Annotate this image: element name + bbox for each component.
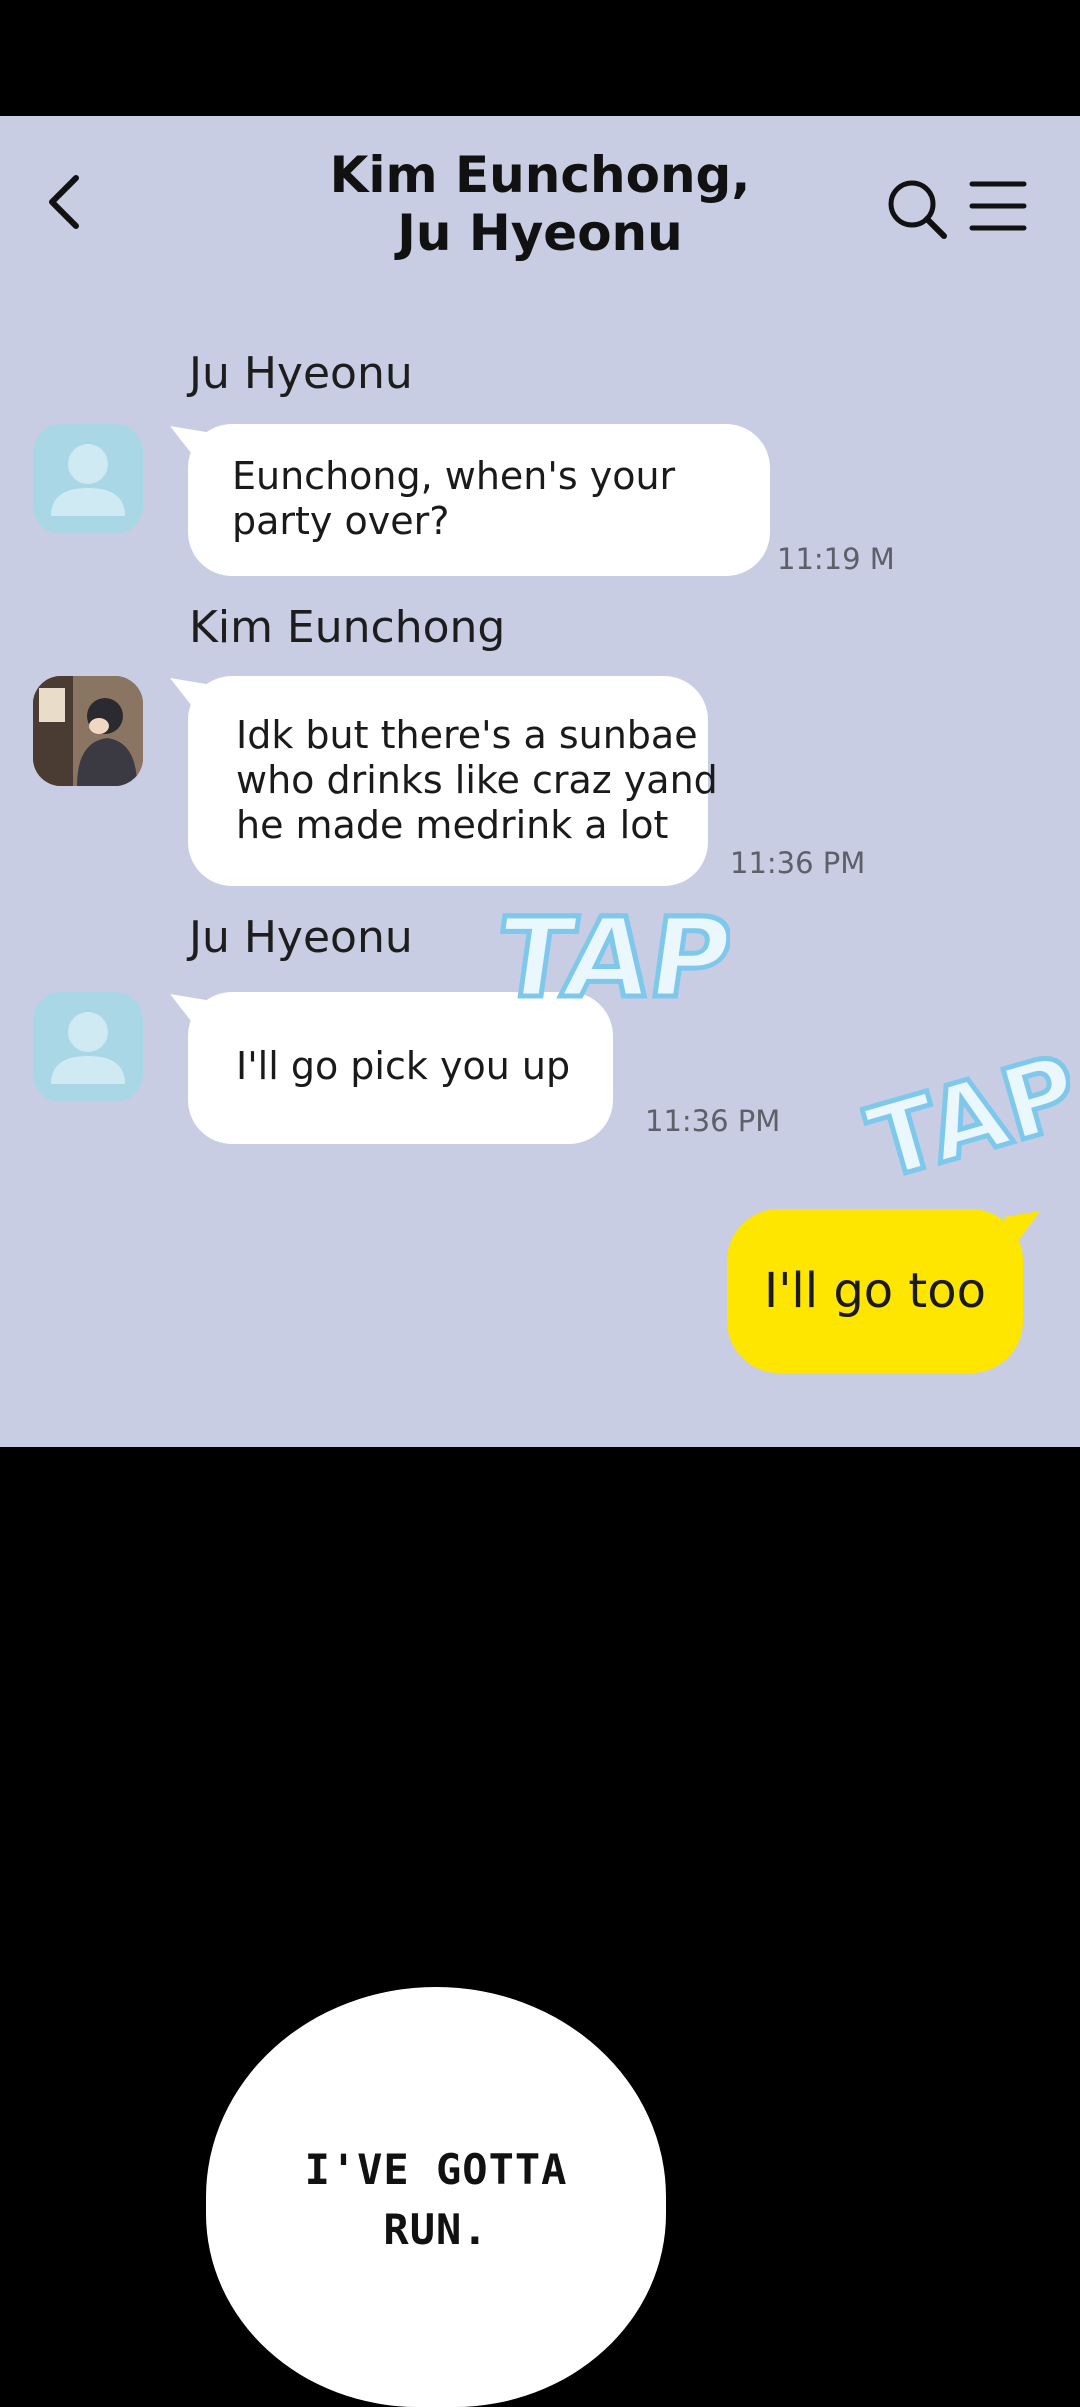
message-sender-name: Ju Hyeonu	[189, 348, 413, 399]
message-text: he made medrink a lot	[236, 803, 669, 847]
default-user-icon	[51, 1012, 125, 1084]
message-sender-name: Kim Eunchong	[189, 602, 506, 653]
chat-panel: Kim Eunchong, Ju Hyeonu Ju Hyeonu Euncho…	[0, 116, 1080, 1447]
avatar[interactable]	[33, 676, 143, 786]
message-sender-name: Ju Hyeonu	[189, 912, 413, 963]
avatar[interactable]	[33, 424, 143, 534]
default-user-icon	[51, 444, 125, 516]
search-icon	[888, 180, 947, 239]
tap-text: TAP	[860, 1036, 1070, 1196]
chat-title-line2: Ju Hyeonu	[397, 204, 683, 262]
back-button[interactable]	[36, 172, 96, 232]
hamburger-menu-icon	[969, 181, 1027, 231]
search-button[interactable]	[884, 176, 950, 242]
tap-text: TAP	[500, 895, 730, 1023]
avatar[interactable]	[33, 992, 143, 1102]
message-text: who drinks like craz yand	[236, 758, 718, 802]
chevron-left-icon	[49, 175, 79, 229]
message-text: Eunchong, when's your	[232, 454, 676, 498]
message-bubble[interactable]: Idk but there's a sunbae who drinks like…	[188, 676, 718, 886]
message-text: I'll go pick you up	[236, 1044, 571, 1088]
chat-header: Kim Eunchong, Ju Hyeonu	[0, 116, 1080, 286]
speech-line: RUN.	[383, 2205, 489, 2254]
message-timestamp: 11:36 PM	[730, 846, 866, 880]
speech-text: I'VE GOTTA RUN.	[206, 2140, 666, 2260]
chat-title: Kim Eunchong, Ju Hyeonu	[290, 146, 790, 262]
tap-sound-effect: TAP	[860, 1036, 1070, 1196]
message-timestamp: 11:36 PM	[645, 1104, 781, 1138]
message-text: Idk but there's a sunbae	[236, 713, 698, 757]
menu-button[interactable]	[968, 178, 1028, 234]
message-text: party over?	[232, 499, 450, 543]
speech-line: I'VE GOTTA	[304, 2145, 568, 2194]
my-message-bubble[interactable]: I'll go too	[727, 1209, 1023, 1373]
profile-photo-icon	[33, 676, 143, 786]
tap-sound-effect: TAP	[500, 892, 730, 1025]
message-timestamp: 11:19 M	[777, 542, 895, 576]
chat-title-line1: Kim Eunchong,	[329, 146, 751, 204]
message-bubble[interactable]: Eunchong, when's your party over?	[188, 424, 770, 576]
